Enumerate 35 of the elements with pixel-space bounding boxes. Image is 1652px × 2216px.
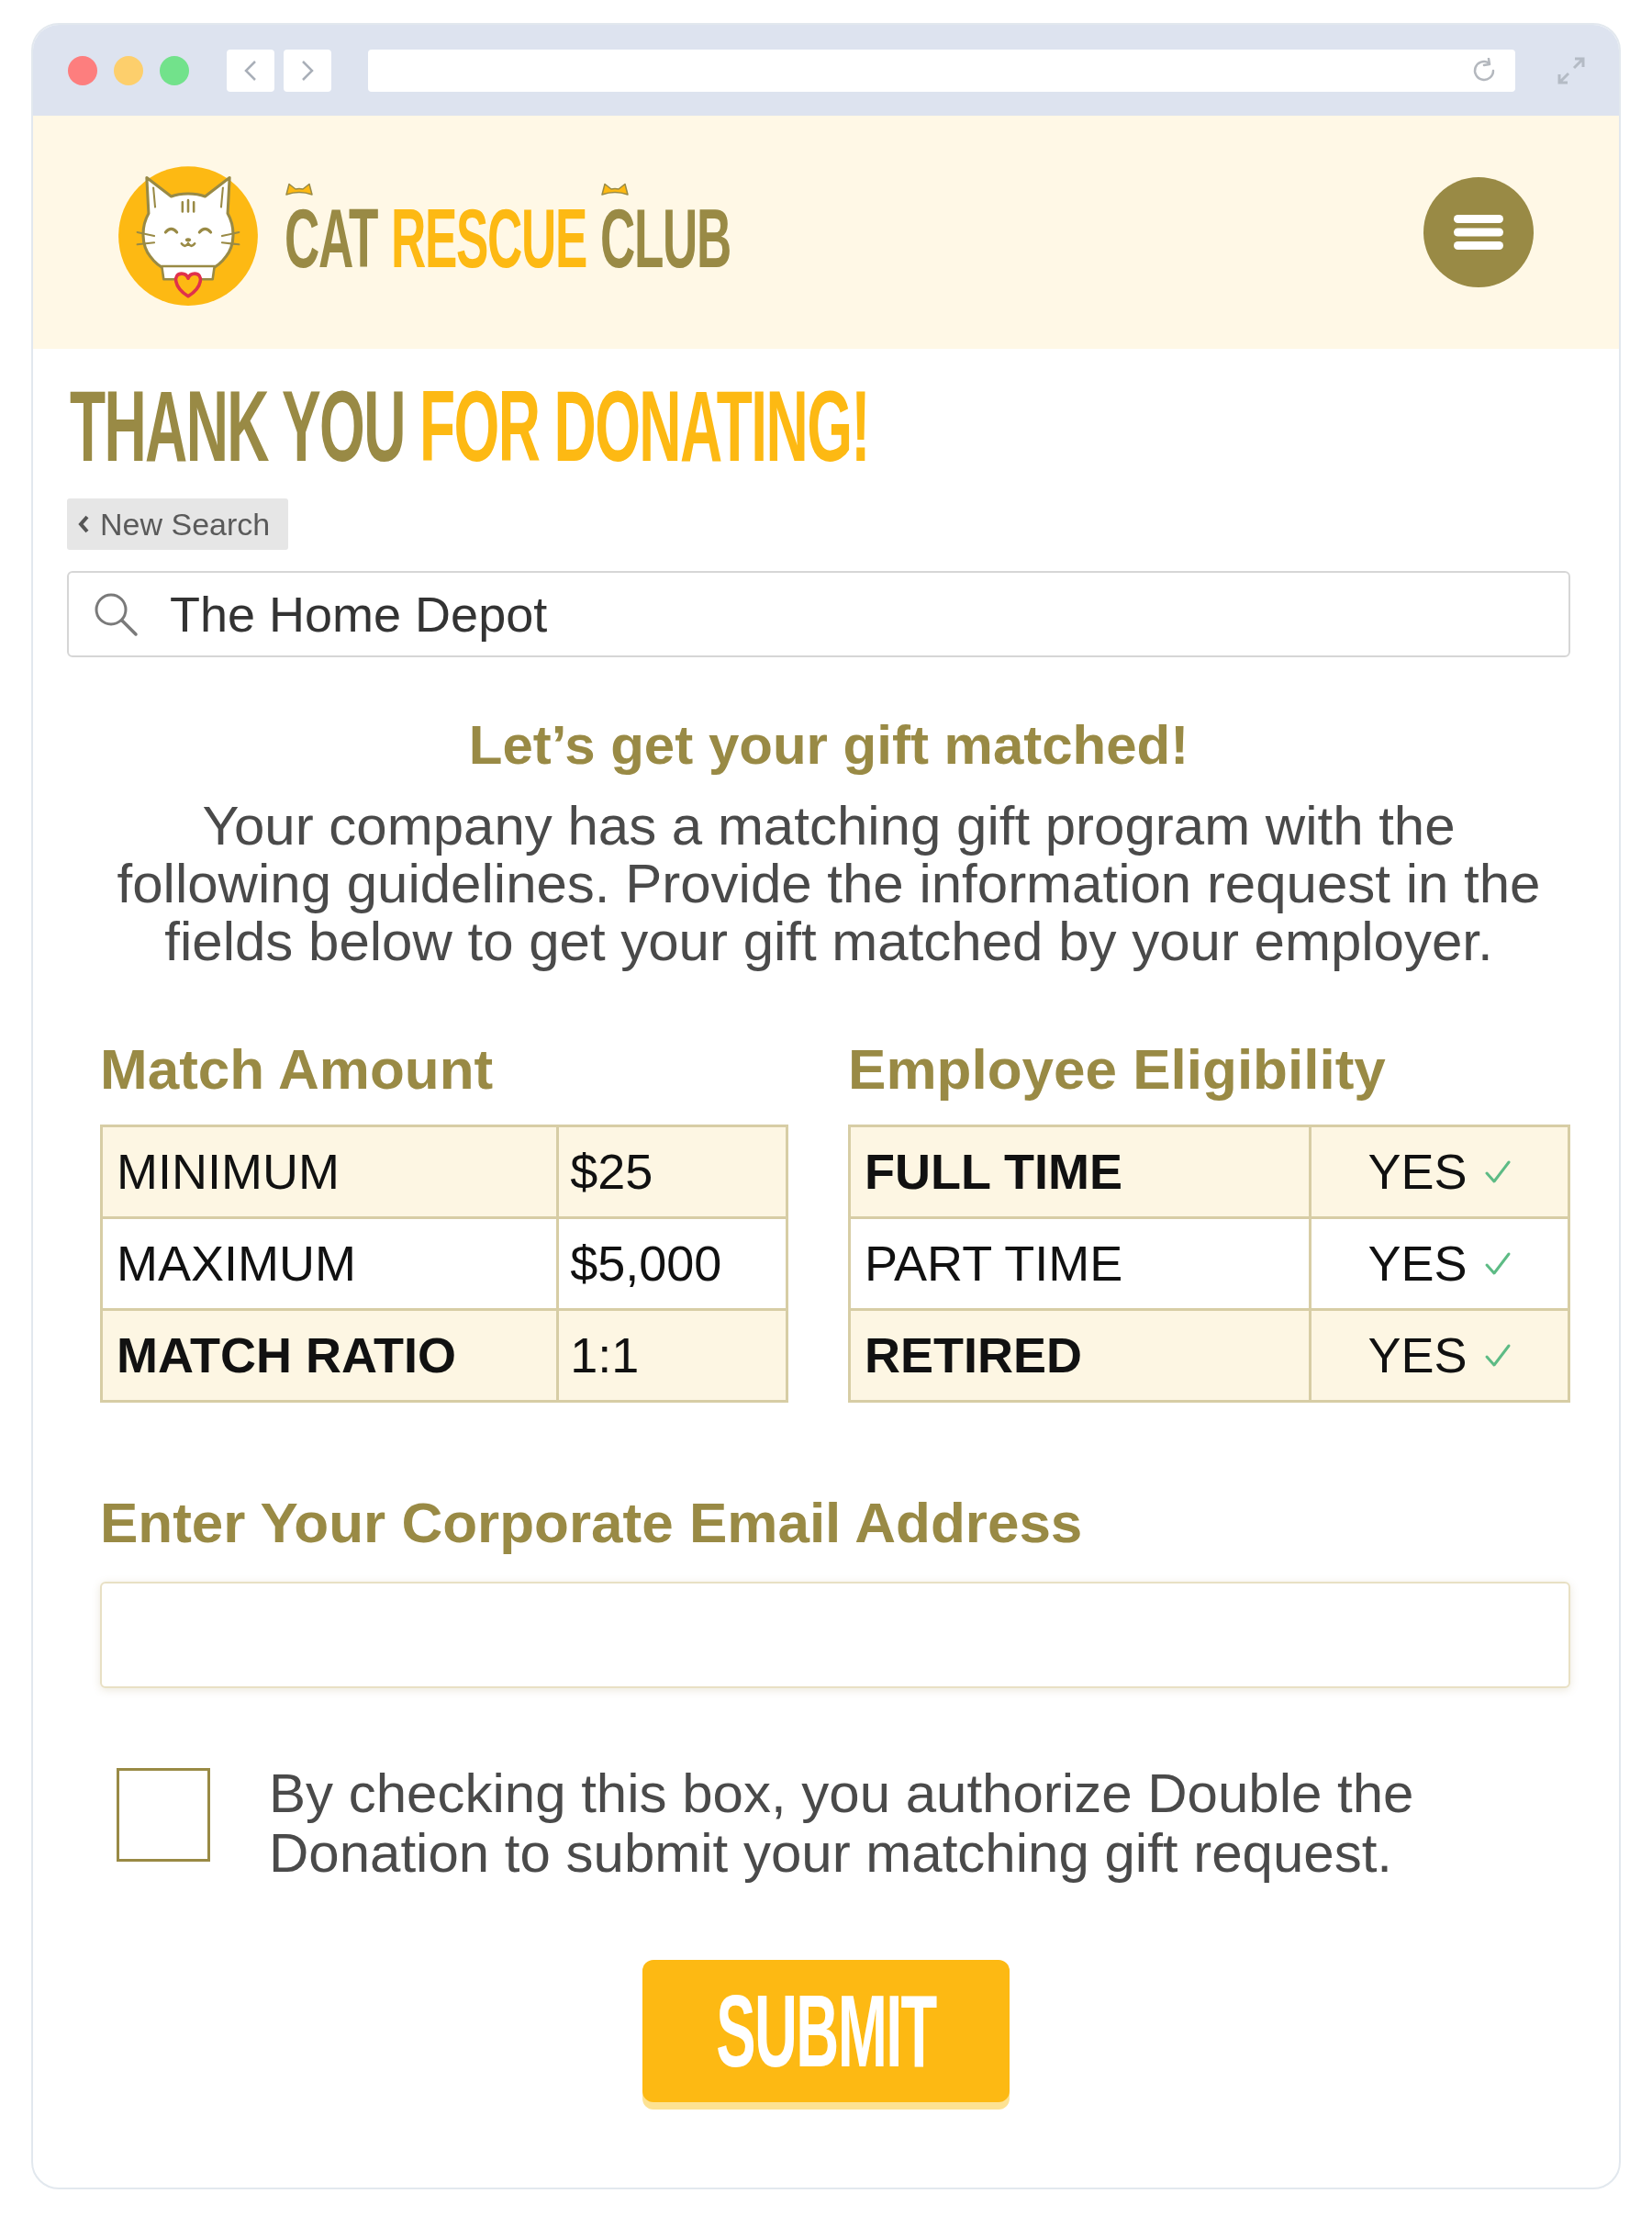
reload-icon[interactable]: [1471, 57, 1497, 84]
table-cell: RETIRED: [849, 1309, 1311, 1402]
back-button[interactable]: [227, 49, 274, 92]
intro-paragraph: Your company has a matching gift program with the following guidelines. Provide the information request in the fields below to get your gift matched by your employer.: [116, 797, 1542, 970]
page-heading: THANK YOU FOR DONATING!: [70, 376, 870, 477]
close-window-button[interactable]: [68, 55, 97, 85]
table-cell: MATCH RATIO: [101, 1309, 558, 1402]
table-title: Employee Eligibility: [848, 1036, 1387, 1102]
minimize-window-button[interactable]: [114, 55, 143, 85]
new-search-button[interactable]: New Search: [67, 498, 289, 550]
expand-icon[interactable]: [1557, 55, 1586, 85]
consent-checkbox[interactable]: [117, 1768, 210, 1862]
consent-text: By checking this box, you authorize Double the Donation to submit your matching gift request.: [269, 1763, 1415, 1883]
forward-button[interactable]: [284, 49, 331, 92]
chevron-left-icon: [78, 515, 89, 533]
logo-text: CLUB: [599, 196, 731, 280]
menu-icon: [1454, 215, 1503, 250]
logo-text: CAT: [285, 196, 378, 280]
table-cell: 1:1: [557, 1309, 787, 1402]
chevron-left-icon: [244, 59, 257, 82]
table-title: Match Amount: [100, 1036, 495, 1102]
chevron-right-icon: [301, 59, 314, 82]
search-icon: [93, 591, 139, 637]
maximize-window-button[interactable]: [160, 55, 189, 85]
table-cell: FULL TIME: [849, 1125, 1311, 1218]
cell-text: YES: [1367, 1326, 1468, 1384]
email-field[interactable]: [100, 1582, 1570, 1688]
logo-text: RESCUE: [391, 196, 586, 280]
cell-text: YES: [1367, 1143, 1468, 1201]
cell-text: YES: [1367, 1235, 1468, 1293]
section-heading: Let’s get your gift matched!: [468, 713, 1189, 778]
search-field[interactable]: The Home Depot: [67, 571, 1570, 657]
address-bar[interactable]: [368, 49, 1515, 92]
email-label: Enter Your Corporate Email Address: [100, 1490, 1084, 1556]
table-cell: MINIMUM: [101, 1125, 558, 1218]
